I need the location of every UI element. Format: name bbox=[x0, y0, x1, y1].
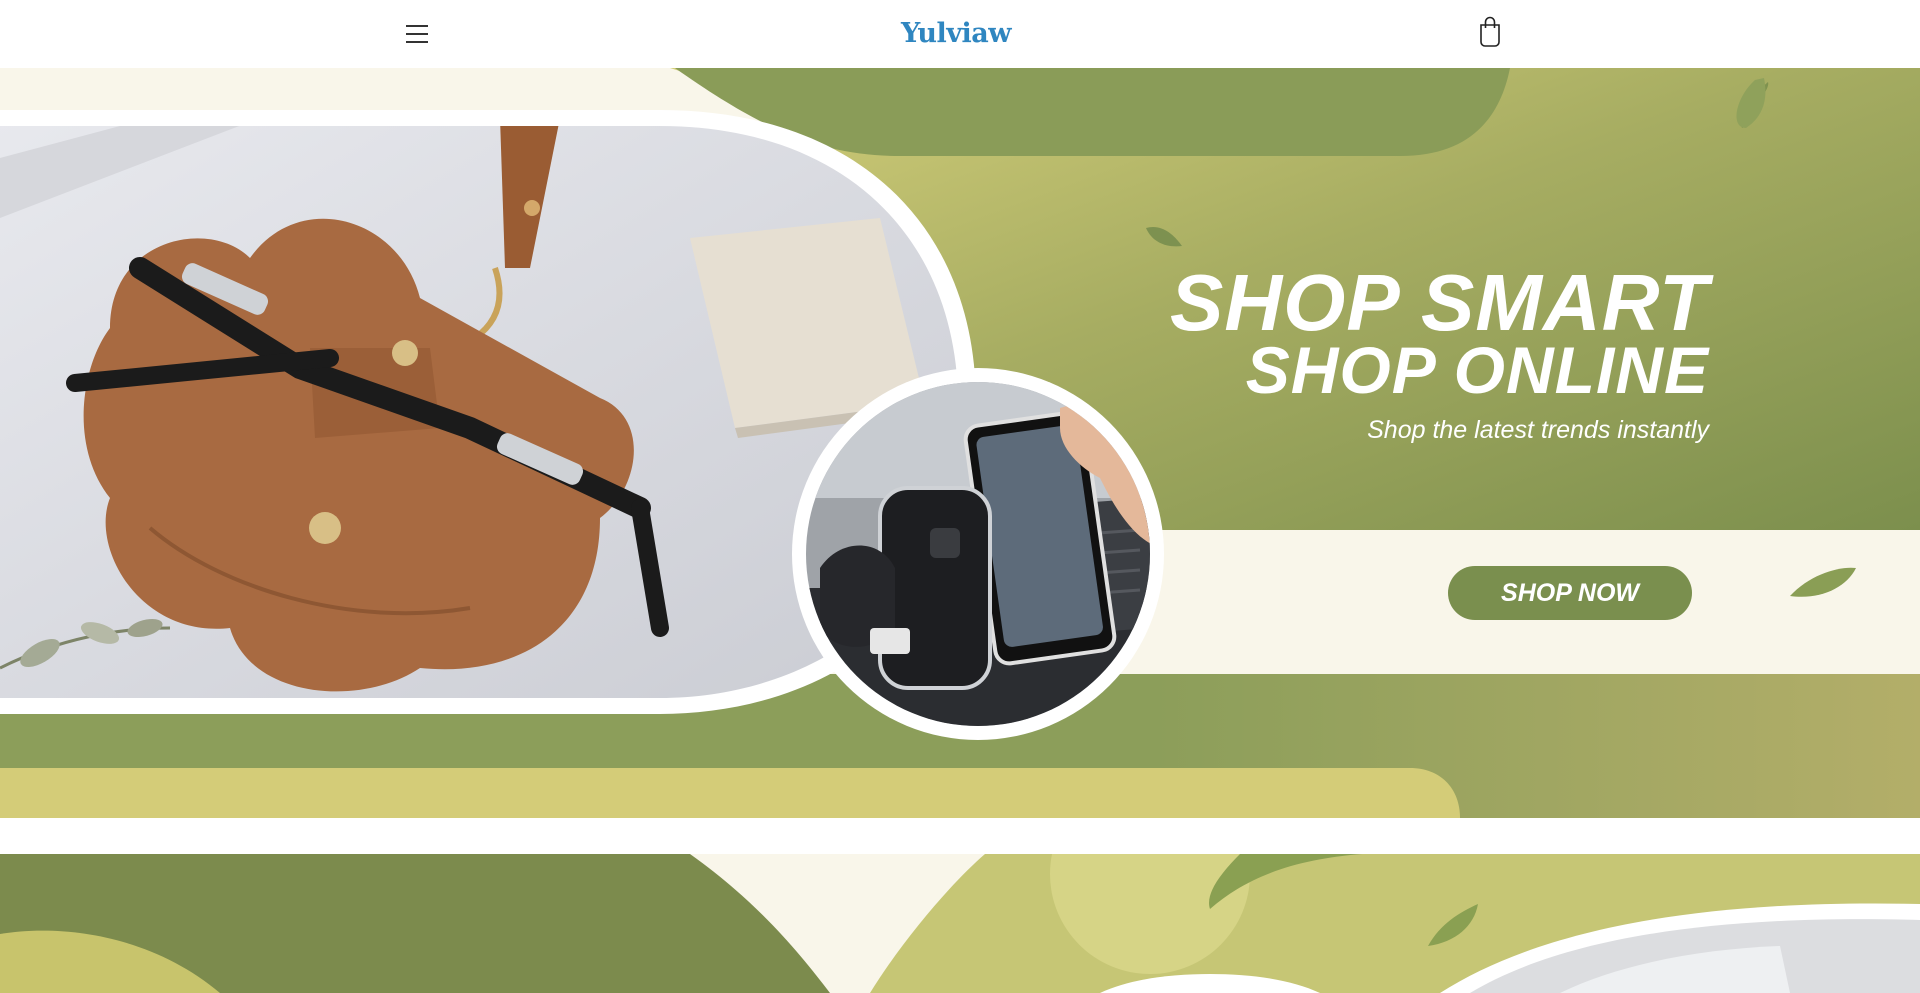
cart-button[interactable] bbox=[1470, 12, 1510, 52]
shopping-bag-icon bbox=[1480, 16, 1500, 47]
hero-heading-group: SHOP SMART SHOP ONLINE Shop the latest t… bbox=[1009, 258, 1709, 445]
second-banner-background bbox=[0, 854, 1920, 993]
hero-subtitle: Shop the latest trends instantly bbox=[1367, 416, 1709, 444]
hamburger-menu-icon bbox=[406, 25, 428, 27]
menu-button[interactable] bbox=[394, 16, 440, 52]
brand-logo[interactable]: Yulviaw bbox=[800, 14, 1112, 54]
hero-title-line2: SHOP ONLINE bbox=[1245, 333, 1709, 407]
hero-title-line1: SHOP SMART bbox=[1170, 258, 1709, 347]
site-header: Yulviaw bbox=[0, 0, 1920, 68]
shop-now-button[interactable]: SHOP NOW bbox=[1448, 566, 1692, 620]
second-banner bbox=[0, 854, 1920, 993]
hero-banner: SHOP SMART SHOP ONLINE Shop the latest t… bbox=[0, 68, 1920, 818]
